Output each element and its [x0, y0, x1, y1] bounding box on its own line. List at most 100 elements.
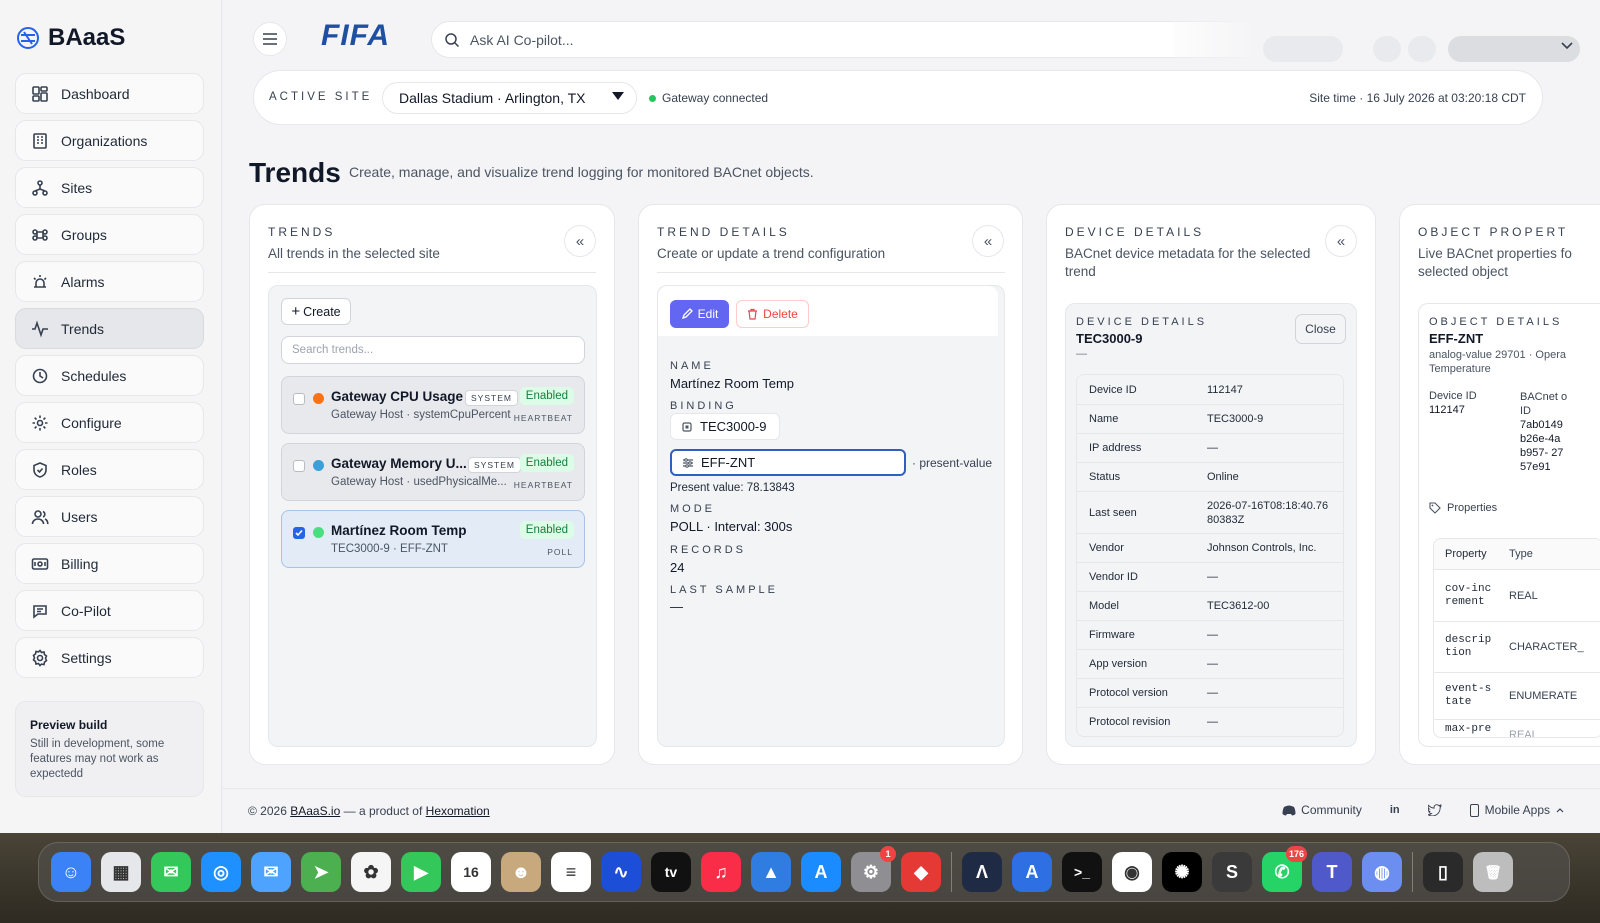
status-badge: Enabled [519, 387, 574, 405]
sidebar-item-label: Organizations [61, 132, 148, 149]
terminal-icon[interactable]: >_ [1062, 852, 1102, 892]
calendar-icon[interactable]: 16 [451, 852, 491, 892]
collapse-button[interactable]: « [564, 225, 596, 257]
teams-icon[interactable]: T [1312, 852, 1352, 892]
trend-item[interactable]: Gateway CPU Usage SYSTEM Gateway Host · … [281, 376, 585, 434]
property-name: event-s tate [1445, 683, 1492, 708]
brand-link[interactable]: BAaaS.io [290, 804, 340, 818]
panel-subtitle: BACnet device metadata for the selected … [1065, 246, 1311, 279]
sidebar-item-label: Billing [61, 555, 99, 572]
table-row: Vendor Johnson Controls, Inc. [1077, 533, 1343, 562]
photos-icon[interactable]: ✿ [351, 852, 391, 892]
company-link[interactable]: Hexomation [426, 804, 490, 818]
collapse-button[interactable]: « [1325, 225, 1357, 257]
sidebar-item-alarms[interactable]: Alarms [15, 261, 204, 302]
present-value: Present value: 78.13843 [670, 482, 795, 494]
app-store-icon[interactable]: A [801, 852, 841, 892]
delete-button[interactable]: Delete [736, 300, 809, 328]
table-row[interactable]: max-pre REAL [1434, 719, 1600, 737]
close-button[interactable]: Close [1295, 314, 1346, 344]
binding-device[interactable]: TEC3000-9 [670, 413, 780, 440]
reminders-icon[interactable]: ≡ [551, 852, 591, 892]
freeform-icon[interactable]: ∿ [601, 852, 641, 892]
sidebar-item-sites[interactable]: Sites [15, 167, 204, 208]
brand[interactable]: BAaaS [16, 24, 125, 52]
row-key: Status [1089, 471, 1121, 483]
trend-checkbox[interactable] [293, 393, 305, 405]
collapse-button[interactable]: « [972, 225, 1004, 257]
contacts-icon[interactable]: ☻ [501, 852, 541, 892]
trend-checkbox[interactable] [293, 460, 305, 472]
edit-button[interactable]: Edit [670, 300, 729, 328]
sidebar-item-label: Groups [61, 226, 107, 243]
menu-button[interactable] [253, 22, 287, 56]
scrobbles-icon[interactable]: ◆ [901, 852, 941, 892]
sidebar-item-dashboard[interactable]: Dashboard [15, 73, 204, 114]
tv-icon[interactable]: tv [651, 852, 691, 892]
binding-property: · present-value [912, 456, 993, 470]
community-link[interactable]: Community [1282, 803, 1362, 817]
sidebar-item-configure[interactable]: Configure [15, 402, 204, 443]
music-icon[interactable]: ♫ [701, 852, 741, 892]
trash-icon[interactable]: 🗑 [1473, 852, 1513, 892]
device-dash: — [1076, 348, 1087, 360]
xcode-icon[interactable]: A [1012, 852, 1052, 892]
sublime-icon[interactable]: S [1212, 852, 1252, 892]
whatsapp-icon[interactable]: ✆ 176 [1262, 846, 1307, 892]
mail-icon[interactable]: ✉ [251, 852, 291, 892]
table-row[interactable]: event-s tate ENUMERATE [1434, 672, 1600, 719]
sidebar-item-roles[interactable]: Roles [15, 449, 204, 490]
sidebar-item-settings[interactable]: Settings [15, 637, 204, 678]
records-value: 24 [670, 560, 685, 575]
create-trend-button[interactable]: + Create [281, 298, 351, 325]
chevron-down-icon[interactable] [1561, 42, 1573, 50]
binding-device-value: TEC3000-9 [700, 419, 767, 434]
sidebar-item-schedules[interactable]: Schedules [15, 355, 204, 396]
system-settings-icon[interactable]: ⚙ 1 [851, 846, 896, 892]
table-row: Last seen 2026-07-16T08:18:40.7680383Z [1077, 491, 1343, 533]
keynote-icon[interactable]: ▲ [751, 852, 791, 892]
site-select[interactable]: Dallas Stadium · Arlington, TX [382, 82, 637, 114]
plus-icon: + [291, 303, 301, 320]
trend-checkbox-checked[interactable] [293, 527, 305, 539]
table-row: Name TEC3000-9 [1077, 404, 1343, 433]
facetime-icon[interactable]: ▶ [401, 852, 441, 892]
documents-icon[interactable]: ▯ [1423, 852, 1463, 892]
sidebar-item-organizations[interactable]: Organizations [15, 120, 204, 161]
safari-icon[interactable]: ◎ [201, 852, 241, 892]
mobile-apps-label: Mobile Apps [1484, 803, 1550, 817]
table-row[interactable]: descrip tion CHARACTER_ [1434, 621, 1600, 672]
mobile-apps-menu[interactable]: Mobile Apps [1469, 803, 1564, 817]
maps-icon[interactable]: ➤ [301, 852, 341, 892]
status-badge: Enabled [519, 521, 574, 539]
twitter-icon[interactable] [1427, 804, 1442, 816]
sidebar-item-users[interactable]: Users [15, 496, 204, 537]
caret-down-icon [612, 92, 624, 100]
sidebar-item-co-pilot[interactable]: Co-Pilot [15, 590, 204, 631]
messages-icon[interactable]: ✉ [151, 852, 191, 892]
proxyman-icon[interactable]: ◍ [1362, 852, 1402, 892]
linkedin-icon[interactable]: in [1390, 804, 1400, 816]
trend-item[interactable]: Gateway Memory U... SYSTEM Gateway Host … [281, 443, 585, 501]
sidebar-item-groups[interactable]: Groups [15, 214, 204, 255]
binding-object-field[interactable]: EFF-ZNT [670, 449, 906, 476]
finder-icon[interactable]: ☺ [51, 852, 91, 892]
trend-item-selected[interactable]: Martínez Room Temp TEC3000-9 · EFF-ZNT E… [281, 510, 585, 568]
sidebar-item-trends[interactable]: Trends [15, 308, 204, 349]
row-key: Firmware [1089, 629, 1135, 641]
table-row[interactable]: cov-inc rement REAL [1434, 569, 1600, 621]
trend-details-card: Edit Delete NAME Martínez Room Temp BIND… [657, 285, 1005, 747]
chatgpt-icon[interactable]: ✺ [1162, 852, 1202, 892]
sidebar-item-billing[interactable]: Billing [15, 543, 204, 584]
records-label: RECORDS [670, 544, 747, 556]
device-metadata-table: Device ID 112147 Name TEC3000-9 IP address… [1076, 374, 1344, 737]
chrome-icon[interactable]: ◉ [1112, 852, 1152, 892]
trend-name: Gateway Memory U... [331, 456, 467, 471]
search-trends-input[interactable]: Search trends... [281, 336, 585, 364]
launchpad-icon[interactable]: ▦ [101, 852, 141, 892]
arc-icon[interactable]: Λ [962, 852, 1002, 892]
notification-bell-icon[interactable] [1408, 36, 1436, 62]
row-value: TEC3000-9 [1207, 413, 1264, 425]
chip-icon [682, 421, 692, 432]
trend-name-value: Martínez Room Temp [670, 376, 795, 391]
